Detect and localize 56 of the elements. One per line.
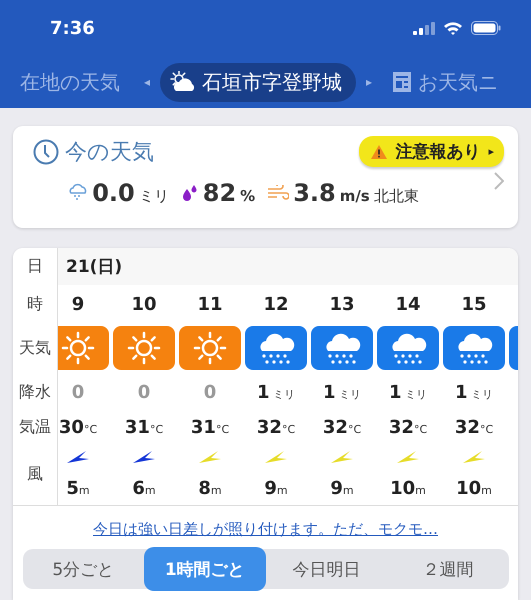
wind-speed-value: 8m xyxy=(198,478,222,498)
wind-speed-value: 3.8 xyxy=(293,179,336,207)
location-tab[interactable]: 石垣市字登野城 xyxy=(160,62,356,102)
row-label: 降水 xyxy=(18,380,52,402)
humidity-value: 82 xyxy=(202,179,236,207)
view-tab[interactable]: ２週間 xyxy=(387,549,508,589)
wind-speed-value: 9m xyxy=(264,478,288,498)
rainfall-value: 0.0 xyxy=(92,179,135,207)
prev-arrow[interactable]: ◂ xyxy=(144,75,150,89)
precipitation-value: 0 xyxy=(204,382,216,402)
temperature-value: 32°C xyxy=(322,416,362,438)
hour-label: 12 xyxy=(263,294,289,314)
precipitation-value: 1 ミリ xyxy=(256,382,296,402)
temperature-value: 32°C xyxy=(256,416,296,438)
row-label: 天気 xyxy=(18,336,52,358)
location-tab[interactable]: 在地の天気 xyxy=(10,62,134,102)
temperature-value: 31°C xyxy=(124,416,164,438)
precipitation-value: 0 xyxy=(72,382,84,402)
wind-speed-value: 9m xyxy=(330,478,354,498)
view-tab[interactable]: 5分ごと xyxy=(22,549,144,589)
humidity-unit: % xyxy=(240,187,256,205)
row-label: 日 xyxy=(26,255,44,277)
rainfall-unit: ミリ xyxy=(138,187,169,206)
temperature-value: 32°C xyxy=(454,416,494,438)
alert-button[interactable]: 注意報あり ▸ xyxy=(359,136,504,167)
hour-label: 15 xyxy=(461,294,487,314)
precipitation-value: 1 ミリ xyxy=(322,382,362,402)
wind-speed-value: 5m xyxy=(66,478,90,498)
row-label: 風 xyxy=(26,462,44,484)
wind-speed-value: 6m xyxy=(132,478,156,498)
hour-label: 11 xyxy=(197,294,223,314)
view-tab[interactable]: 1時間ごと xyxy=(144,547,266,591)
temperature-value: 31°C xyxy=(190,416,230,438)
row-label: 時 xyxy=(26,292,44,314)
precipitation-value: 0 xyxy=(138,382,150,402)
precipitation-value: 1 ミリ xyxy=(388,382,428,402)
hour-label: 9 xyxy=(72,294,84,314)
temperature-value: 30°C xyxy=(58,416,98,438)
current-weather-card[interactable]: 今の天気 注意報あり ▸ 0.0 ミリ 82 % 3.8 m/s 北北東 xyxy=(13,126,518,228)
wind-speed-unit: m/s xyxy=(340,187,370,205)
wind-speed-value: 10m xyxy=(456,478,492,498)
precipitation-value: 1 ミリ xyxy=(454,382,494,402)
hour-label: 14 xyxy=(395,294,421,314)
row-label: 気温 xyxy=(18,416,52,438)
forecast-summary-link[interactable]: 今日は強い日差しが照り付けます。ただ、モクモ… xyxy=(93,520,438,539)
next-arrow[interactable]: ▸ xyxy=(366,75,372,89)
section-title: 今の天気 xyxy=(65,138,154,166)
date-label: 21(日) xyxy=(66,256,122,278)
hour-label: 10 xyxy=(131,294,157,314)
wind-speed-value: 10m xyxy=(390,478,426,498)
wind-direction: 北北東 xyxy=(374,187,419,206)
location-tab[interactable]: お天気ニ xyxy=(382,62,512,102)
temperature-value: 32°C xyxy=(388,416,428,438)
view-tab[interactable]: 今日明日 xyxy=(266,549,387,589)
hour-label: 13 xyxy=(329,294,355,314)
status-time: 7:36 xyxy=(50,18,95,38)
